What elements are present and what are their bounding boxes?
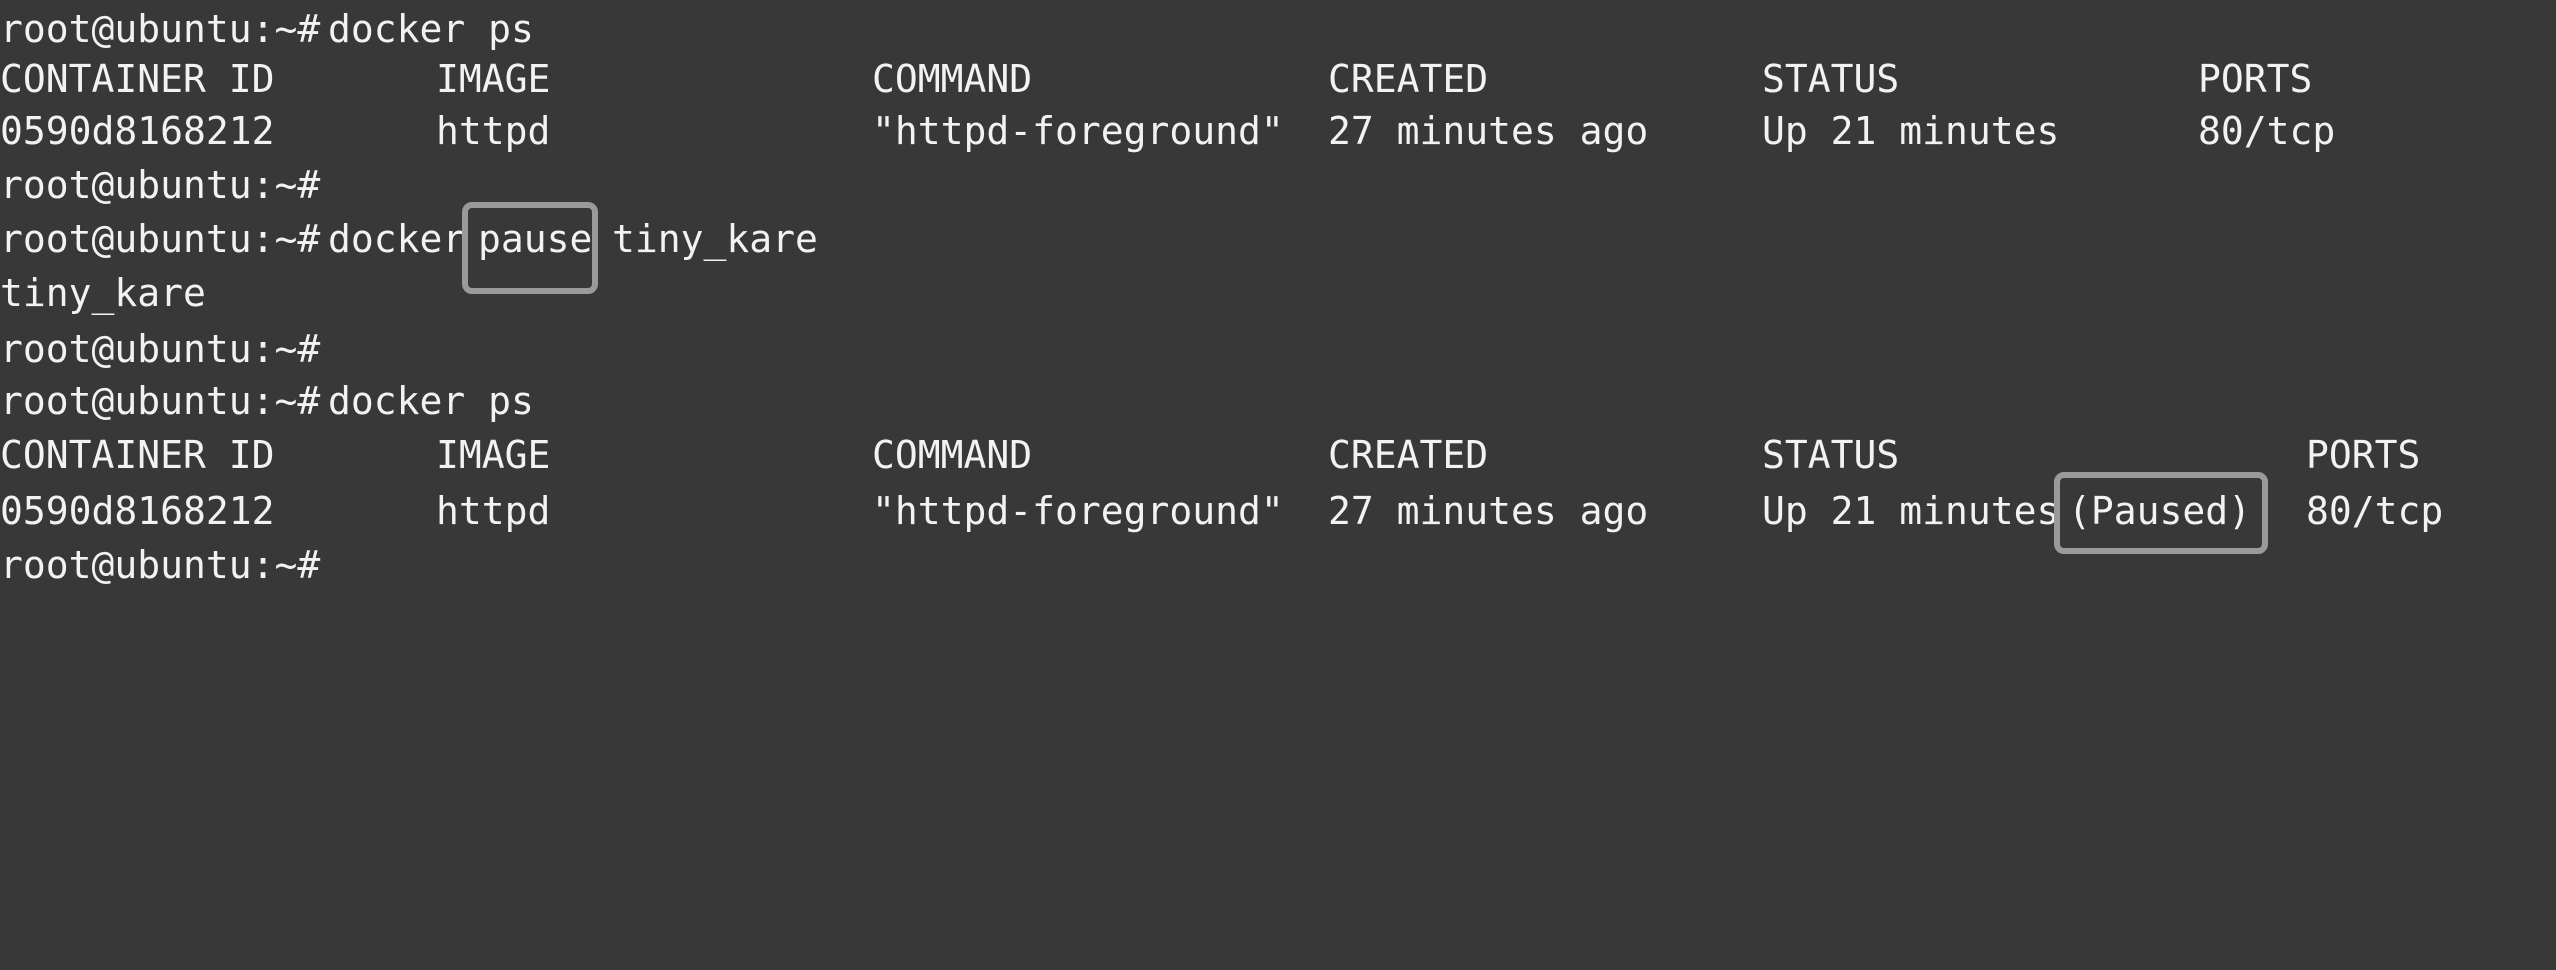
table-header-row: CONTAINER ID IMAGE COMMAND CREATED STATU…: [0, 52, 2312, 106]
shell-prompt: root@ubuntu:~#: [0, 163, 321, 207]
header-container-id: CONTAINER ID: [0, 57, 275, 101]
table-header-row: CONTAINER ID IMAGE COMMAND CREATED STATU…: [0, 428, 2420, 482]
shell-prompt: root@ubuntu:~#: [0, 379, 321, 423]
cell-command: "httpd-foreground": [872, 109, 1284, 153]
table-row: 0590d8168212 httpd "httpd-foreground" 27…: [0, 484, 2443, 538]
terminal-line: root@ubuntu:~# docker ps: [0, 2, 534, 56]
terminal-line: root@ubuntu:~#: [0, 538, 320, 592]
shell-prompt: root@ubuntu:~#: [0, 543, 321, 587]
header-image: IMAGE: [436, 57, 551, 101]
cell-image: httpd: [436, 489, 551, 533]
header-created: CREATED: [1328, 57, 1489, 101]
header-container-id: CONTAINER ID: [0, 433, 275, 477]
terminal-window[interactable]: root@ubuntu:~# docker ps CONTAINER ID IM…: [0, 0, 2556, 590]
command-text: docker ps: [328, 7, 534, 51]
header-status: STATUS: [1762, 57, 1900, 101]
header-created: CREATED: [1328, 433, 1489, 477]
cell-ports: 80/tcp: [2198, 109, 2336, 153]
cell-ports: 80/tcp: [2306, 489, 2444, 533]
command-output: tiny_kare: [0, 271, 206, 315]
cell-status: Up 21 minutes: [1762, 489, 2060, 533]
terminal-line: root@ubuntu:~# docker ps: [0, 374, 534, 428]
cell-command: "httpd-foreground": [872, 489, 1284, 533]
header-command: COMMAND: [872, 57, 1033, 101]
terminal-line: root@ubuntu:~#: [0, 322, 320, 376]
paused-highlight-box: [2054, 472, 2268, 554]
shell-prompt: root@ubuntu:~#: [0, 7, 321, 51]
header-ports: PORTS: [2198, 57, 2313, 101]
command-argument: tiny_kare: [612, 217, 818, 261]
shell-prompt: root@ubuntu:~#: [0, 327, 321, 371]
command-text: docker: [328, 217, 466, 261]
cell-container-id: 0590d8168212: [0, 489, 275, 533]
cell-status: Up 21 minutes: [1762, 109, 2060, 153]
terminal-output-line: tiny_kare: [0, 266, 206, 320]
terminal-line: root@ubuntu:~# docker pause tiny_kare: [0, 212, 818, 266]
header-status: STATUS: [1762, 433, 1900, 477]
terminal-line: root@ubuntu:~#: [0, 158, 320, 212]
table-row: 0590d8168212 httpd "httpd-foreground" 27…: [0, 104, 2335, 158]
cell-created: 27 minutes ago: [1328, 109, 1649, 153]
command-text: docker ps: [328, 379, 534, 423]
header-ports: PORTS: [2306, 433, 2421, 477]
cell-container-id: 0590d8168212: [0, 109, 275, 153]
header-command: COMMAND: [872, 433, 1033, 477]
cell-created: 27 minutes ago: [1328, 489, 1649, 533]
pause-highlight-box: [462, 202, 598, 294]
header-image: IMAGE: [436, 433, 551, 477]
cell-image: httpd: [436, 109, 551, 153]
shell-prompt: root@ubuntu:~#: [0, 217, 321, 261]
